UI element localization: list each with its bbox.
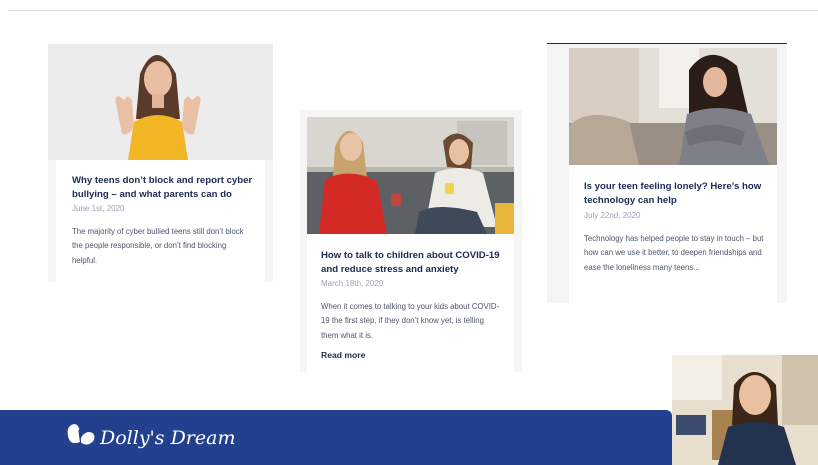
card-2-title[interactable]: How to talk to children about COVID-19 a…: [321, 249, 506, 277]
card-3-excerpt: Technology has helped people to stay in …: [584, 234, 764, 272]
card-2-date: March 18th, 2020: [321, 279, 384, 288]
card-3-body: Is your teen feeling lonely? Here’s how …: [569, 165, 777, 303]
card-3-date: July 22nd, 2020: [584, 211, 641, 220]
card-2-body: How to talk to children about COVID-19 a…: [307, 234, 514, 372]
card-3-title[interactable]: Is your teen feeling lonely? Here’s how …: [584, 180, 769, 208]
two-women-talking-photo: [307, 117, 514, 234]
card-1-date: June 1st, 2020: [72, 204, 125, 213]
brand-logo[interactable]: Dolly's Dream: [100, 427, 235, 449]
card-1-body: Why teens don’t block and report cyber b…: [56, 160, 265, 282]
article-card-1[interactable]: Why teens don’t block and report cyber b…: [48, 44, 273, 282]
lonely-teen-on-couch-photo: [569, 48, 777, 165]
butterfly-icon: [66, 422, 96, 455]
article-card-3[interactable]: Is your teen feeling lonely? Here’s how …: [547, 43, 787, 303]
presenter-webcam: [672, 355, 818, 465]
card-2-excerpt: When it comes to talking to your kids ab…: [321, 302, 500, 340]
card-1-excerpt: The majority of cyber bullied teens stil…: [72, 227, 244, 265]
top-divider: [8, 10, 818, 11]
teen-hands-raised-photo: [48, 44, 273, 160]
article-card-2[interactable]: How to talk to children about COVID-19 a…: [300, 110, 522, 372]
card-1-title[interactable]: Why teens don’t block and report cyber b…: [72, 174, 257, 202]
read-more-link[interactable]: Read more: [321, 350, 365, 360]
footer-brand-bar: Dolly's Dream: [0, 410, 672, 465]
